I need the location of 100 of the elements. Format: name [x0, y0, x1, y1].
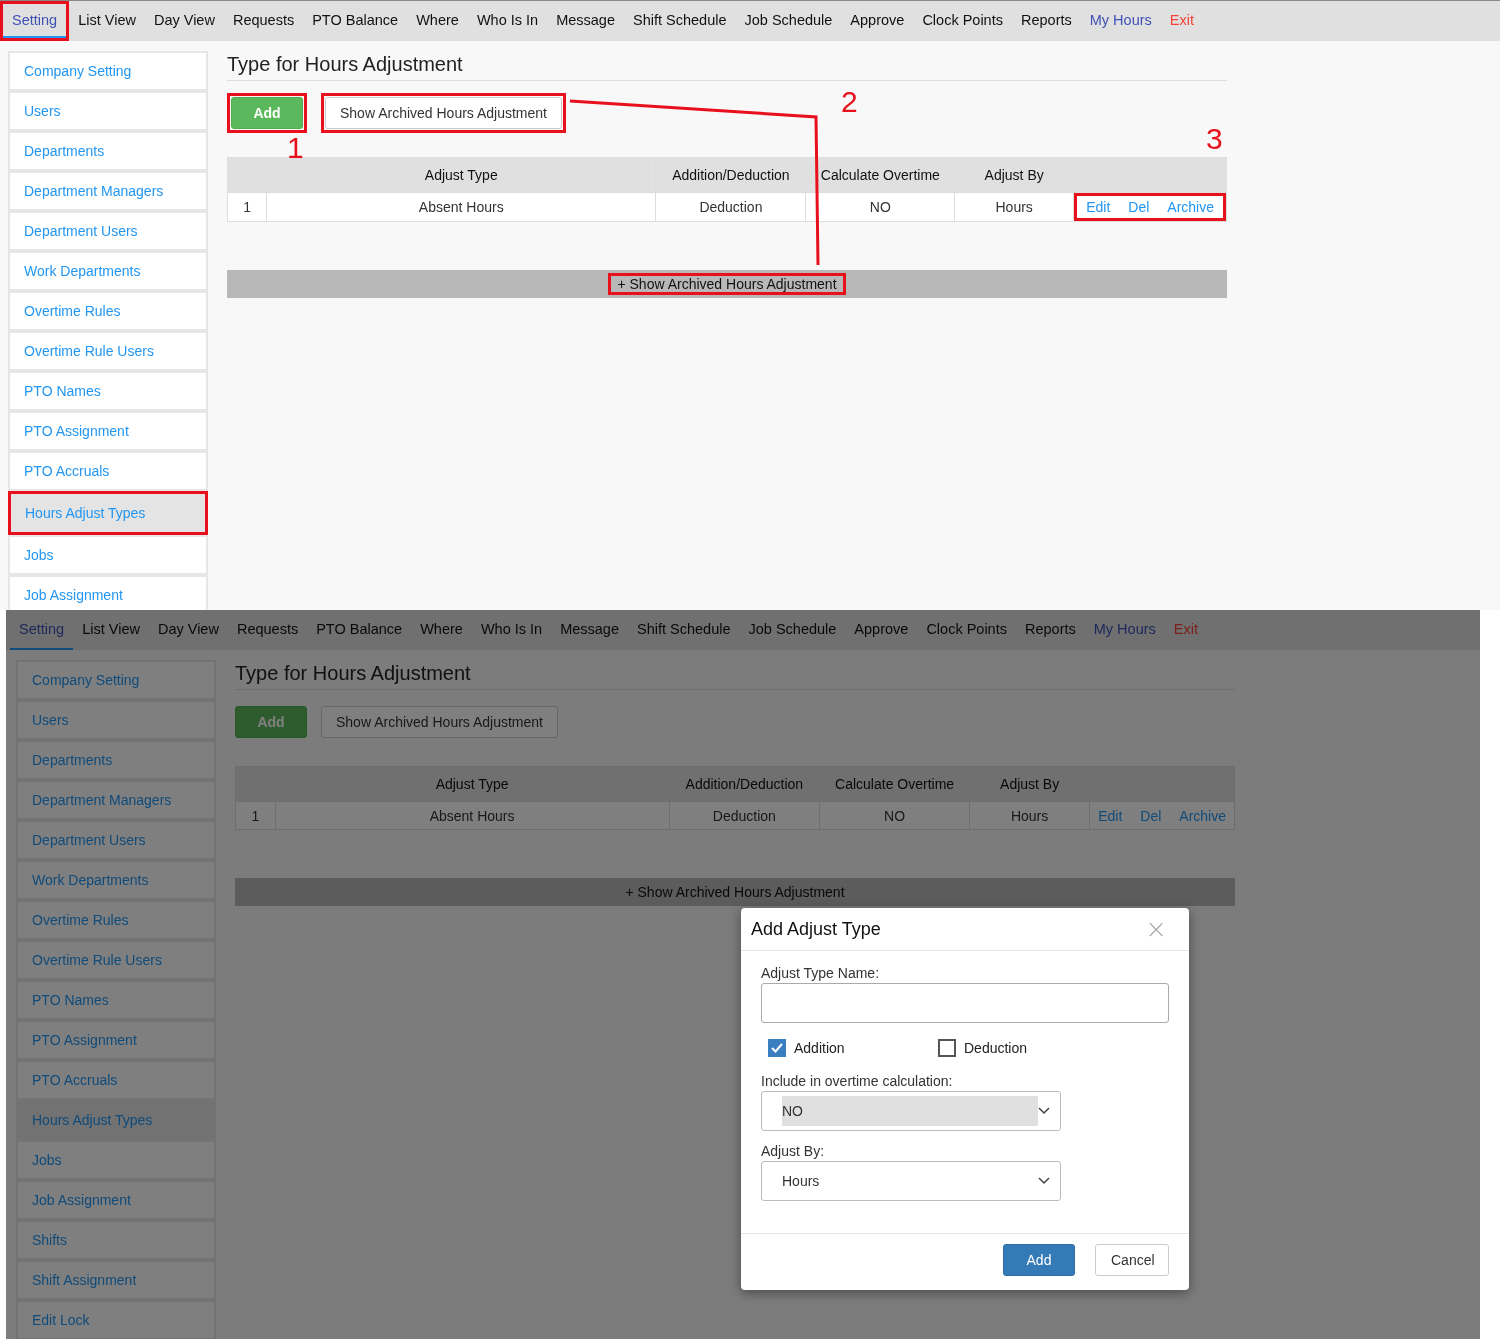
- sidebar-item[interactable]: PTO Accruals: [8, 451, 208, 491]
- nav-tab[interactable]: Shift Schedule: [627, 610, 740, 650]
- nav-tab[interactable]: List View: [73, 610, 149, 650]
- sidebar-item[interactable]: Department Managers: [16, 780, 216, 820]
- sidebar-item[interactable]: Overtime Rule Users: [8, 331, 208, 371]
- nav-tab[interactable]: Message: [551, 610, 628, 650]
- nav-tab[interactable]: Approve: [845, 610, 918, 650]
- nav-tab[interactable]: Setting: [3, 4, 67, 38]
- sidebar-item[interactable]: Department Users: [8, 211, 208, 251]
- show-archived-button[interactable]: Show Archived Hours Adjustment: [321, 706, 558, 738]
- checkbox[interactable]: [938, 1039, 956, 1057]
- nav-tab[interactable]: Day View: [148, 610, 228, 650]
- action-link[interactable]: Edit: [1098, 807, 1123, 824]
- nav-tab[interactable]: Where: [411, 610, 472, 650]
- header-cell: Addition/Deduction: [655, 157, 806, 193]
- header-cell: Adjust By: [954, 157, 1074, 193]
- table-cell: 1: [235, 801, 276, 830]
- sidebar-item[interactable]: Overtime Rule Users: [16, 940, 216, 980]
- sidebar-item[interactable]: Department Managers: [8, 171, 208, 211]
- sidebar-item[interactable]: Shift Assignment: [16, 1260, 216, 1300]
- action-link[interactable]: Archive: [1179, 807, 1226, 824]
- sidebar-item[interactable]: PTO Assignment: [8, 411, 208, 451]
- dropdown[interactable]: Hours: [761, 1161, 1061, 1201]
- nav-tab[interactable]: PTO Balance: [303, 1, 408, 41]
- nav-tab[interactable]: Requests: [223, 1, 304, 41]
- sidebar-item[interactable]: Overtime Rules: [16, 900, 216, 940]
- input-field[interactable]: [761, 983, 1169, 1023]
- dialog-title: Add Adjust Type: [751, 918, 881, 940]
- chevron-icon: [1038, 1107, 1050, 1115]
- sidebar-item[interactable]: PTO Assignment: [16, 1020, 216, 1060]
- sidebar-item[interactable]: Department Users: [16, 820, 216, 860]
- sidebar-item[interactable]: Company Setting: [16, 660, 216, 700]
- nav-tab[interactable]: Requests: [227, 610, 308, 650]
- sidebar-item[interactable]: Job Assignment: [16, 1180, 216, 1220]
- add-button[interactable]: Add: [235, 706, 307, 738]
- nav-tab[interactable]: Exit: [1160, 1, 1203, 41]
- sidebar-item[interactable]: PTO Accruals: [16, 1060, 216, 1100]
- nav-tab[interactable]: Approve: [841, 1, 914, 41]
- nav-tab[interactable]: Day View: [144, 1, 224, 41]
- nav-tab[interactable]: PTO Balance: [307, 610, 412, 650]
- table-cell: 1: [227, 192, 267, 222]
- sidebar-item[interactable]: Departments: [8, 131, 208, 171]
- nav-tab[interactable]: Reports: [1015, 610, 1085, 650]
- nav-tab[interactable]: Job Schedule: [739, 610, 846, 650]
- add-button[interactable]: Add: [231, 97, 303, 129]
- sidebar-item[interactable]: Work Departments: [8, 251, 208, 291]
- sidebar-item[interactable]: Hours Adjust Types: [11, 494, 205, 532]
- add-button[interactable]: Add: [1003, 1244, 1075, 1276]
- nav-tab[interactable]: Reports: [1011, 1, 1081, 41]
- table-cell: Deduction: [655, 192, 806, 222]
- header-cell: Adjust Type: [266, 157, 656, 193]
- table-cell: Hours: [954, 192, 1074, 222]
- sidebar-item[interactable]: Overtime Rules: [8, 291, 208, 331]
- nav-tab[interactable]: Where: [407, 1, 468, 41]
- action-link[interactable]: Del: [1140, 807, 1162, 824]
- table-cell: Absent Hours: [266, 192, 656, 222]
- checkbox-label: Addition: [794, 1040, 845, 1056]
- nav-tab[interactable]: Job Schedule: [735, 1, 842, 41]
- nav-tab[interactable]: Exit: [1164, 610, 1207, 650]
- nav-tab[interactable]: My Hours: [1080, 1, 1161, 41]
- header-cell: Adjust By: [969, 766, 1090, 802]
- sidebar-item[interactable]: Users: [16, 700, 216, 740]
- nav-tab[interactable]: Clock Points: [913, 1, 1012, 41]
- sidebar-item[interactable]: Jobs: [8, 535, 208, 575]
- action-link[interactable]: Archive: [1167, 199, 1214, 215]
- sidebar-item[interactable]: PTO Names: [16, 980, 216, 1020]
- sidebar-item[interactable]: PTO Names: [8, 371, 208, 411]
- close-button[interactable]: ×: [1145, 916, 1179, 942]
- show-archived-toggle[interactable]: + Show Archived Hours Adjustment: [621, 884, 849, 900]
- nav-tab[interactable]: My Hours: [1084, 610, 1165, 650]
- sidebar-item[interactable]: Departments: [16, 740, 216, 780]
- show-archived-button[interactable]: Show Archived Hours Adjustment: [325, 97, 562, 129]
- sidebar-item[interactable]: Work Departments: [16, 860, 216, 900]
- nav-tab[interactable]: Who Is In: [471, 610, 552, 650]
- sidebar-item[interactable]: Jobs: [16, 1140, 216, 1180]
- table-cell: Hours: [969, 801, 1090, 830]
- nav-tab[interactable]: Shift Schedule: [623, 1, 736, 41]
- action-link[interactable]: Del: [1128, 199, 1150, 215]
- show-archived-toggle[interactable]: + Show Archived Hours Adjustment: [613, 276, 841, 292]
- sidebar-item[interactable]: Users: [8, 91, 208, 131]
- sidebar-item[interactable]: Hours Adjust Types: [16, 1100, 216, 1140]
- nav-tab[interactable]: List View: [69, 1, 145, 41]
- sidebar-item[interactable]: Company Setting: [8, 51, 208, 91]
- nav-tab[interactable]: Clock Points: [917, 610, 1016, 650]
- header-cell: Calculate Overtime: [806, 157, 955, 193]
- sidebar-item[interactable]: Job Assignment: [8, 575, 208, 610]
- step-number: 2: [841, 87, 858, 117]
- table-cell: NO: [819, 801, 970, 830]
- dropdown[interactable]: NO: [761, 1091, 1061, 1131]
- nav-tab[interactable]: Who Is In: [467, 1, 548, 41]
- sidebar-item[interactable]: Shifts: [16, 1220, 216, 1260]
- action-link[interactable]: Edit: [1086, 199, 1111, 215]
- checkbox[interactable]: [768, 1039, 786, 1057]
- header-cell: [227, 157, 267, 193]
- cancel-button[interactable]: Cancel: [1095, 1244, 1169, 1276]
- nav-tab[interactable]: Message: [547, 1, 624, 41]
- nav-tab[interactable]: Setting: [10, 610, 74, 650]
- field-label: Adjust Type Name:: [761, 965, 881, 981]
- field-label: Adjust By:: [761, 1143, 826, 1159]
- sidebar-item[interactable]: Edit Lock: [16, 1300, 216, 1339]
